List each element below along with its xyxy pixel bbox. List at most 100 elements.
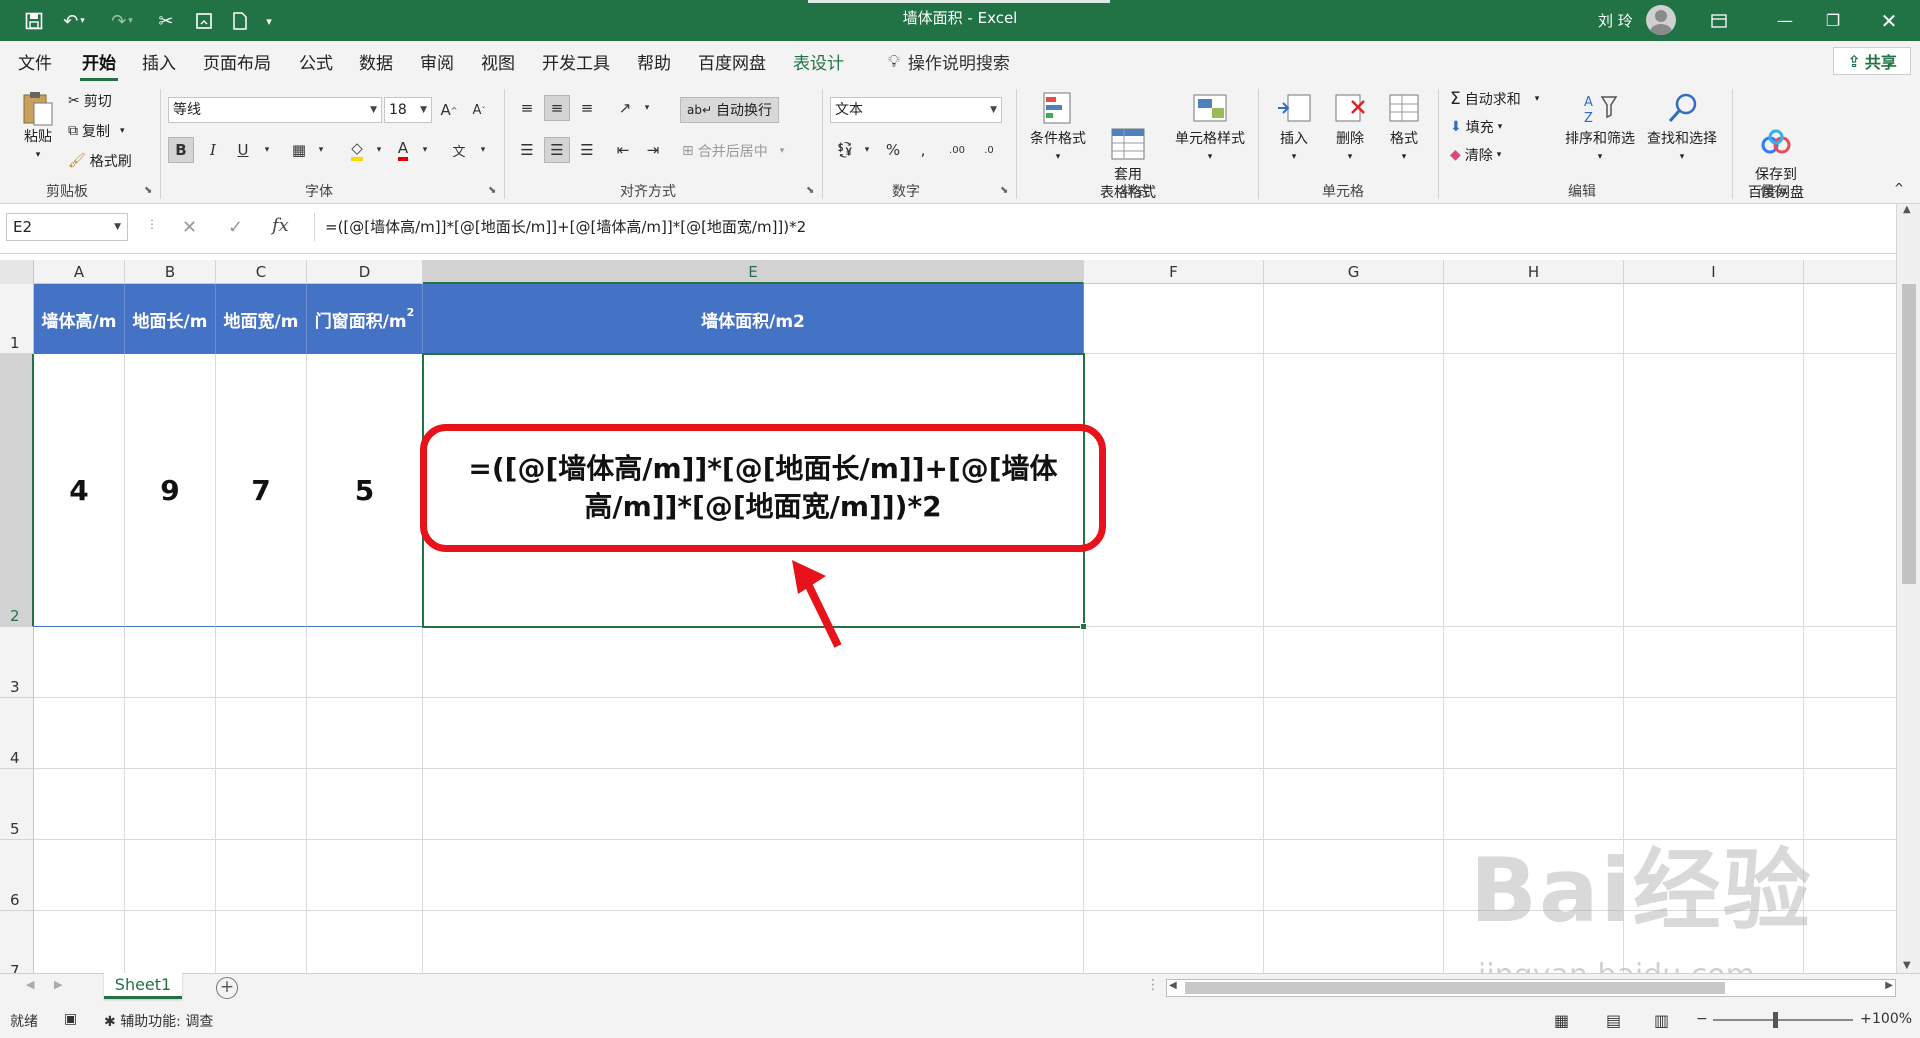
format-cells-button[interactable]: 格式 ▾ — [1378, 91, 1430, 166]
tab-table-design[interactable]: 表设计 — [793, 49, 844, 74]
comma-icon[interactable]: , — [910, 137, 936, 163]
bold-button[interactable]: B — [168, 137, 194, 163]
header-cell-wall-height[interactable]: 墙体高/m — [34, 284, 125, 354]
tab-formulas[interactable]: 公式 — [299, 49, 333, 74]
cell[interactable] — [1804, 354, 1896, 627]
tab-insert[interactable]: 插入 — [142, 49, 176, 74]
undo-icon[interactable]: ↶ ▾ — [56, 8, 92, 34]
copy-button[interactable]: ⧉ 复制 ▾ — [68, 121, 125, 141]
accessibility-status[interactable]: ✱ 辅助功能: 调查 — [104, 1011, 213, 1031]
col-header-h[interactable]: H — [1444, 260, 1624, 284]
next-sheet-icon[interactable]: ▶ — [54, 978, 62, 991]
conditional-format-button[interactable]: 条件格式 ▾ — [1024, 91, 1092, 166]
align-top-icon[interactable]: ≡ — [514, 95, 540, 121]
header-cell-floor-length[interactable]: 地面长/m — [125, 284, 216, 354]
select-all-corner[interactable] — [0, 260, 34, 284]
align-bottom-icon[interactable]: ≡ — [574, 95, 600, 121]
user-name[interactable]: 刘 玲 — [1598, 10, 1633, 31]
alignment-launcher-icon[interactable]: ⬊ — [806, 185, 814, 196]
cell-styles-button[interactable]: 单元格样式 ▾ — [1170, 91, 1250, 166]
align-middle-icon[interactable]: ≡ — [544, 95, 570, 121]
cell-b2[interactable]: 9 — [125, 354, 216, 627]
page-break-view-icon[interactable]: ▥ — [1654, 1011, 1669, 1030]
vertical-scrollbar[interactable]: ▲ ▼ — [1896, 204, 1920, 973]
new-file-icon[interactable] — [226, 8, 254, 34]
cell[interactable] — [1624, 354, 1804, 627]
sheet-tab-sheet1[interactable]: Sheet1 — [104, 973, 182, 999]
fill-color-dropdown-icon[interactable]: ▾ — [366, 137, 392, 163]
align-left-icon[interactable]: ☰ — [514, 137, 540, 163]
save-as-icon[interactable] — [190, 8, 218, 34]
cell[interactable] — [1624, 284, 1804, 354]
zoom-slider-thumb[interactable] — [1773, 1012, 1778, 1028]
name-box[interactable]: E2 ▼ — [6, 213, 128, 241]
phonetic-dropdown-icon[interactable]: ▾ — [470, 137, 496, 163]
insert-function-icon[interactable]: fx — [272, 215, 289, 236]
col-header-g[interactable]: G — [1264, 260, 1444, 284]
underline-dropdown-icon[interactable]: ▾ — [254, 137, 280, 163]
insert-cells-button[interactable]: 插入 ▾ — [1266, 91, 1322, 166]
col-header-e[interactable]: E — [423, 260, 1084, 284]
row-header-3[interactable]: 3 — [0, 627, 34, 698]
tab-file[interactable]: 文件 — [18, 49, 52, 74]
scroll-left-icon[interactable]: ◀ — [1169, 980, 1177, 991]
avatar[interactable] — [1646, 5, 1676, 35]
delete-cells-button[interactable]: 删除 ▾ — [1322, 91, 1378, 166]
font-name-combo[interactable]: 等线 ▼ — [168, 97, 382, 123]
tab-developer[interactable]: 开发工具 — [542, 49, 610, 74]
tab-data[interactable]: 数据 — [359, 49, 393, 74]
scroll-right-icon[interactable]: ▶ — [1885, 980, 1893, 991]
fill-handle[interactable] — [1080, 623, 1087, 630]
ribbon-display-icon[interactable] — [1696, 0, 1742, 41]
align-right-icon[interactable]: ☰ — [574, 137, 600, 163]
tab-baidu-netdisk[interactable]: 百度网盘 — [698, 49, 766, 74]
fill-button[interactable]: ⬇ 填充 ▾ — [1450, 117, 1502, 137]
header-cell-floor-width[interactable]: 地面宽/m — [216, 284, 307, 354]
prev-sheet-icon[interactable]: ◀ — [26, 978, 34, 991]
align-center-icon[interactable]: ☰ — [544, 137, 570, 163]
macro-record-icon[interactable]: ▣ — [64, 1011, 77, 1027]
horizontal-scrollbar[interactable]: ◀ ▶ — [1166, 979, 1896, 997]
format-painter-button[interactable]: 🖌︎ 格式刷 — [68, 151, 132, 171]
borders-dropdown-icon[interactable]: ▾ — [308, 137, 334, 163]
page-layout-view-icon[interactable]: ▤ — [1606, 1011, 1621, 1030]
number-launcher-icon[interactable]: ⬊ — [1000, 185, 1008, 196]
cell-d2[interactable]: 5 — [307, 354, 423, 627]
minimize-icon[interactable]: — — [1762, 0, 1808, 41]
tab-help[interactable]: 帮助 — [637, 49, 671, 74]
cell[interactable] — [1264, 284, 1444, 354]
cancel-icon[interactable]: ✕ — [182, 217, 197, 238]
save-icon[interactable] — [20, 8, 48, 34]
increase-decimal-icon[interactable]: .00 — [944, 137, 970, 163]
header-cell-window-area[interactable]: 门窗面积/m 2 — [307, 284, 423, 354]
find-select-button[interactable]: 查找和选择 ▾ — [1642, 91, 1722, 166]
row-header-4[interactable]: 4 — [0, 698, 34, 769]
cell[interactable] — [1264, 354, 1444, 627]
tab-page-layout[interactable]: 页面布局 — [203, 49, 271, 74]
font-color-dropdown-icon[interactable]: ▾ — [412, 137, 438, 163]
normal-view-icon[interactable]: ▦ — [1554, 1011, 1569, 1030]
merge-center-button[interactable]: ⊞ 合并后居中 ▾ — [682, 141, 784, 161]
zoom-in-icon[interactable]: + — [1860, 1011, 1872, 1027]
tab-home[interactable]: 开始 — [80, 49, 118, 81]
restore-icon[interactable]: ❐ — [1810, 0, 1856, 41]
cell[interactable] — [1444, 284, 1624, 354]
horizontal-scroll-thumb[interactable] — [1185, 982, 1725, 994]
col-header-c[interactable]: C — [216, 260, 307, 284]
row-header-1[interactable]: 1 — [0, 284, 34, 354]
wrap-text-button[interactable]: ab↵ 自动换行 — [680, 97, 780, 123]
percent-icon[interactable]: % — [880, 137, 906, 163]
col-header-i[interactable]: I — [1624, 260, 1804, 284]
zoom-slider[interactable] — [1713, 1019, 1853, 1021]
orientation-dropdown-icon[interactable]: ▾ — [634, 95, 660, 121]
grow-font-icon[interactable]: A ^ — [436, 97, 462, 123]
splitter-handle-icon[interactable]: ⋮ — [1146, 977, 1160, 993]
phonetic-icon[interactable]: 文 — [446, 137, 472, 163]
row-header-7[interactable]: 7 — [0, 911, 34, 973]
italic-button[interactable]: I — [200, 137, 226, 163]
cut-icon[interactable]: ✂ — [152, 8, 180, 34]
share-button[interactable]: ⇪ 共享 — [1833, 47, 1911, 75]
paste-button[interactable]: 粘贴 ▾ — [14, 89, 62, 164]
zoom-out-icon[interactable]: − — [1696, 1011, 1708, 1027]
autosum-button[interactable]: Σ 自动求和 ▾ — [1450, 89, 1539, 109]
